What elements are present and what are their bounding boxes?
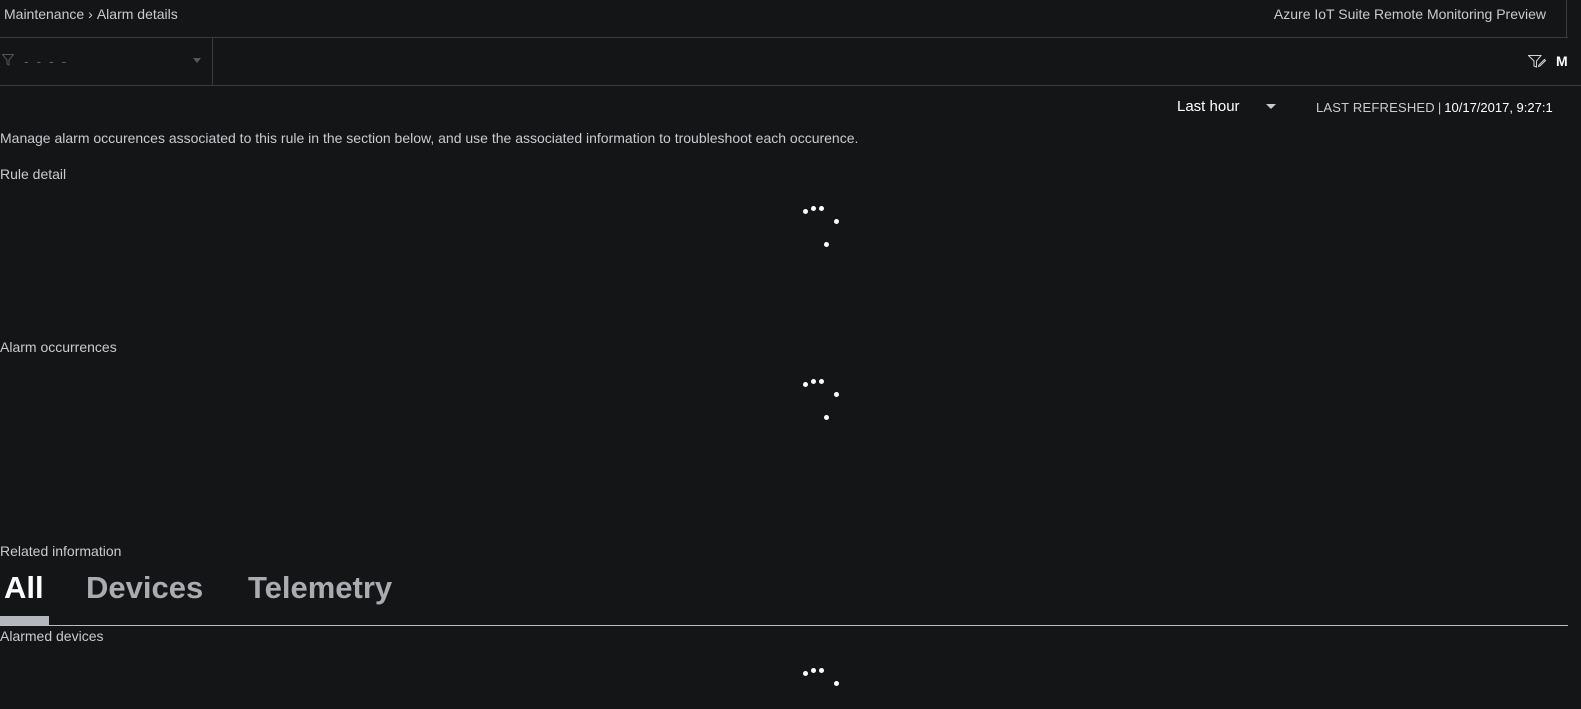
- loading-spinner-icon: [801, 204, 841, 247]
- tab-devices[interactable]: Devices: [86, 570, 203, 606]
- time-range-value: Last hour: [1177, 98, 1240, 115]
- related-information-heading: Related information: [0, 543, 122, 559]
- alarmed-devices-heading: Alarmed devices: [0, 628, 104, 644]
- loading-spinner-icon: [801, 377, 841, 420]
- device-group-value: - - - -: [24, 53, 69, 69]
- app-title: Azure IoT Suite Remote Monitoring Previe…: [1273, 6, 1546, 22]
- active-tab-indicator: [0, 616, 49, 625]
- device-group-select[interactable]: - - - -: [0, 38, 213, 85]
- last-refreshed: LAST REFRESHED | 10/17/2017, 9:27:1: [1316, 100, 1553, 115]
- last-refreshed-separator: |: [1437, 100, 1442, 115]
- alarm-occurrences-heading: Alarm occurrences: [0, 339, 117, 355]
- manage-filters-icon: [1528, 55, 1546, 68]
- page-description: Manage alarm occurences associated to th…: [0, 130, 859, 146]
- tabs-divider: [0, 625, 1568, 626]
- tab-telemetry[interactable]: Telemetry: [248, 570, 392, 606]
- last-refreshed-label: LAST REFRESHED: [1316, 100, 1435, 115]
- breadcrumb-separator: ›: [88, 6, 93, 22]
- header-divider: [1566, 0, 1567, 37]
- tab-all[interactable]: All: [4, 570, 44, 606]
- alarm-details-page: Maintenance › Alarm details Azure IoT Suit…: [0, 0, 1581, 709]
- time-range-dropdown[interactable]: Last hour: [1176, 96, 1286, 118]
- filter-icon: [2, 54, 14, 66]
- rule-detail-heading: Rule detail: [0, 166, 67, 182]
- filter-bar: - - - - M: [0, 38, 1581, 86]
- chevron-down-icon: [1266, 104, 1276, 109]
- last-refreshed-timestamp: 10/17/2017, 9:27:1: [1444, 100, 1553, 115]
- related-information-tabs: All Devices Telemetry: [0, 568, 1568, 626]
- loading-spinner-icon: [801, 666, 841, 708]
- breadcrumb-maintenance[interactable]: Maintenance: [4, 6, 84, 22]
- top-header: Maintenance › Alarm details Azure IoT Suit…: [0, 0, 1568, 38]
- breadcrumb: Maintenance › Alarm details: [4, 6, 178, 22]
- manage-filters-label: M: [1556, 53, 1568, 69]
- breadcrumb-alarm-details: Alarm details: [96, 6, 178, 22]
- chevron-down-icon: [193, 58, 201, 63]
